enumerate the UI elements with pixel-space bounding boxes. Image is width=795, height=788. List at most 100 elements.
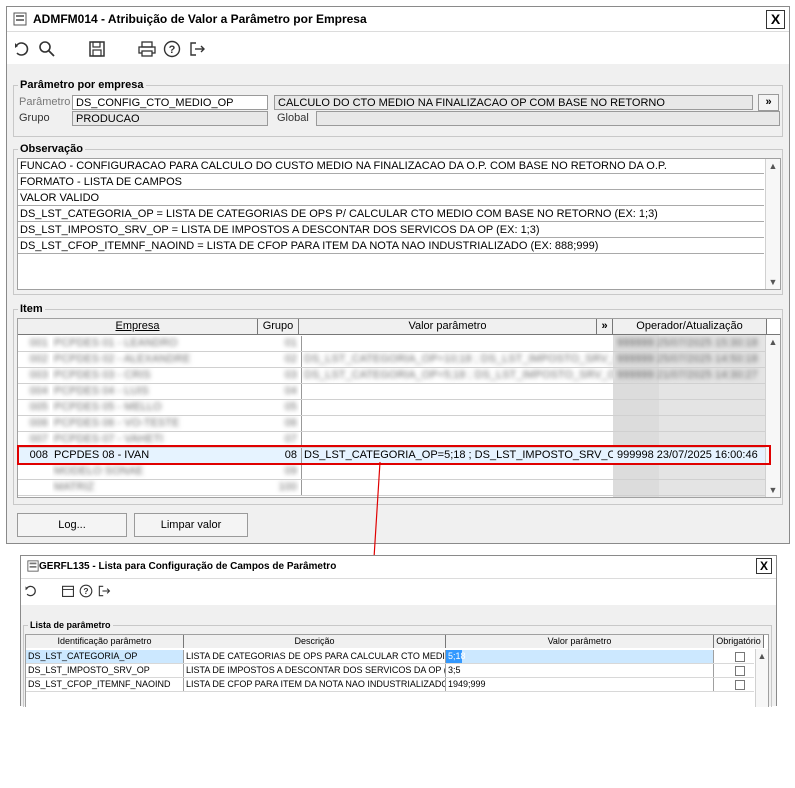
empresa-name-cell[interactable]: PCPDES 01 - LEANDRO: [52, 336, 256, 351]
col-header-valor[interactable]: Valor parâmetro: [446, 635, 714, 648]
param-id-cell[interactable]: DS_LST_CFOP_ITEMNF_NAOIND: [26, 678, 184, 691]
search-icon[interactable]: [38, 40, 56, 58]
operador-cell[interactable]: [615, 416, 767, 431]
grupo-cell[interactable]: 03: [258, 368, 299, 383]
empresa-name-cell[interactable]: PCPDES 05 - MELLO: [52, 400, 256, 415]
valor-cell[interactable]: [301, 416, 613, 431]
item-row[interactable]: 002 PCPDES 02 - ALEXANDRE 02 DS_LST_CATEGOR…: [18, 352, 766, 367]
item-grid[interactable]: Empresa Grupo Valor parâmetro » Operador…: [17, 318, 781, 498]
empresa-code-cell[interactable]: [20, 480, 50, 495]
close-button[interactable]: X: [756, 558, 772, 574]
observation-scrollbar[interactable]: ▲ ▼: [765, 159, 780, 289]
grupo-cell[interactable]: 09: [258, 464, 299, 479]
operador-cell[interactable]: [615, 480, 767, 495]
param-description-field: CALCULO DO CTO MEDIO NA FINALIZACAO OP C…: [274, 95, 753, 110]
col-header-obrigatorio[interactable]: Obrigatório: [714, 635, 764, 648]
col-header-grupo[interactable]: Grupo: [258, 319, 299, 334]
item-row[interactable]: MODELO SONAE 09: [18, 464, 766, 479]
grupo-cell[interactable]: 05: [258, 400, 299, 415]
undo-icon[interactable]: [24, 584, 38, 598]
param-id-cell[interactable]: DS_LST_CATEGORIA_OP: [26, 650, 184, 663]
print-icon[interactable]: [138, 40, 156, 58]
col-header-desc[interactable]: Descrição: [184, 635, 446, 648]
empresa-code-cell[interactable]: [20, 464, 50, 479]
empresa-code-cell[interactable]: 004: [20, 384, 50, 399]
scroll-up-icon[interactable]: ▲: [766, 335, 780, 349]
grupo-cell[interactable]: 04: [258, 384, 299, 399]
item-scrollbar[interactable]: ▲ ▼: [765, 335, 780, 497]
param-list-grid[interactable]: Identificação parâmetro Descrição Valor …: [25, 634, 769, 707]
grupo-cell[interactable]: 06: [258, 416, 299, 431]
col-header-id[interactable]: Identificação parâmetro: [26, 635, 184, 648]
exit-icon[interactable]: [188, 40, 206, 58]
valor-cell[interactable]: DS_LST_CATEGORIA_OP=10;18 ; DS_LST_IMPOS…: [301, 352, 613, 367]
param-desc-cell[interactable]: LISTA DE CFOP PARA ITEM DA NOTA NAO INDU…: [184, 678, 446, 691]
param-code-field[interactable]: DS_CONFIG_CTO_MEDIO_OP: [72, 95, 268, 110]
empresa-name-cell[interactable]: PCPDES 06 - VO-TESTE: [52, 416, 256, 431]
empresa-name-cell[interactable]: MATRIZ: [52, 480, 256, 495]
obrigatorio-checkbox[interactable]: [735, 680, 745, 690]
operador-cell[interactable]: [615, 400, 767, 415]
scroll-up-icon[interactable]: ▲: [766, 159, 780, 173]
valor-cell[interactable]: [301, 400, 613, 415]
item-row[interactable]: 006 PCPDES 06 - VO-TESTE 06: [18, 416, 766, 431]
param-more-button[interactable]: »: [758, 94, 779, 111]
undo-icon[interactable]: [13, 40, 31, 58]
log-button[interactable]: Log...: [17, 513, 127, 537]
valor-cell[interactable]: [301, 384, 613, 399]
obrigatorio-checkbox[interactable]: [735, 666, 745, 676]
param-id-cell[interactable]: DS_LST_IMPOSTO_SRV_OP: [26, 664, 184, 677]
grupo-cell[interactable]: 02: [258, 352, 299, 367]
empresa-code-cell[interactable]: 001: [20, 336, 50, 351]
empresa-code-cell[interactable]: 006: [20, 416, 50, 431]
param-desc-cell[interactable]: LISTA DE CATEGORIAS DE OPS PARA CALCULAR…: [184, 650, 446, 663]
operador-cell[interactable]: 999999 25/07/2025 14:50:18: [615, 352, 767, 367]
param-value-cell[interactable]: 1949;999: [446, 678, 714, 691]
param-value-cell[interactable]: 3;5: [446, 664, 714, 677]
col-header-more-button[interactable]: »: [597, 319, 613, 334]
exit-icon[interactable]: [97, 584, 111, 598]
empresa-code-cell[interactable]: 003: [20, 368, 50, 383]
valor-cell[interactable]: [301, 336, 613, 351]
param-list-scrollbar[interactable]: ▲: [755, 649, 768, 707]
valor-cell[interactable]: [301, 480, 613, 495]
operador-cell[interactable]: [615, 464, 767, 479]
empresa-name-cell[interactable]: PCPDES 03 - CRIS: [52, 368, 256, 383]
scroll-down-icon[interactable]: ▼: [766, 275, 780, 289]
item-row[interactable]: 001 PCPDES 01 - LEANDRO 01 999999 25/07/202…: [18, 336, 766, 351]
close-button[interactable]: X: [766, 10, 785, 29]
empresa-name-cell[interactable]: MODELO SONAE: [52, 464, 256, 479]
param-row[interactable]: DS_LST_CATEGORIA_OP LISTA DE CATEGORIAS D…: [26, 650, 754, 664]
item-row[interactable]: MATRIZ 100: [18, 480, 766, 495]
valor-cell[interactable]: DS_LST_CATEGORIA_OP=5;18 ; DS_LST_IMPOST…: [301, 368, 613, 383]
item-row[interactable]: 003 PCPDES 03 - CRIS 03 DS_LST_CATEGORIA_OP…: [18, 368, 766, 383]
operador-cell[interactable]: 999999 25/07/2025 15:30:18: [615, 336, 767, 351]
scroll-up-icon[interactable]: ▲: [756, 649, 768, 663]
param-row[interactable]: DS_LST_CFOP_ITEMNF_NAOIND LISTA DE CFOP P…: [26, 678, 754, 692]
item-row[interactable]: 005 PCPDES 05 - MELLO 05: [18, 400, 766, 415]
help-icon[interactable]: ?: [79, 584, 93, 598]
param-row[interactable]: DS_LST_IMPOSTO_SRV_OP LISTA DE IMPOSTOS A…: [26, 664, 754, 678]
col-header-empresa[interactable]: Empresa: [18, 319, 258, 334]
observation-textarea[interactable]: FUNCAO - CONFIGURACAO PARA CALCULO DO CU…: [17, 158, 781, 290]
grupo-cell[interactable]: 01: [258, 336, 299, 351]
calendar-icon[interactable]: [61, 584, 75, 598]
help-icon[interactable]: ?: [163, 40, 181, 58]
operador-cell[interactable]: 999999 21/07/2025 14:30:27: [615, 368, 767, 383]
empresa-name-cell[interactable]: PCPDES 02 - ALEXANDRE: [52, 352, 256, 367]
scroll-down-icon[interactable]: ▼: [766, 483, 780, 497]
empresa-name-cell[interactable]: PCPDES 04 - LUIS: [52, 384, 256, 399]
col-header-valor[interactable]: Valor parâmetro: [299, 319, 597, 334]
grupo-cell[interactable]: 100: [258, 480, 299, 495]
col-header-operador[interactable]: Operador/Atualização: [613, 319, 767, 334]
item-row[interactable]: 004 PCPDES 04 - LUIS 04: [18, 384, 766, 399]
param-value-cell[interactable]: 5;18: [446, 650, 714, 663]
empresa-code-cell[interactable]: 005: [20, 400, 50, 415]
operador-cell[interactable]: [615, 384, 767, 399]
obrigatorio-checkbox[interactable]: [735, 652, 745, 662]
valor-cell[interactable]: [301, 464, 613, 479]
empresa-code-cell[interactable]: 002: [20, 352, 50, 367]
save-icon[interactable]: [88, 40, 106, 58]
clear-value-button[interactable]: Limpar valor: [134, 513, 248, 537]
param-desc-cell[interactable]: LISTA DE IMPOSTOS A DESCONTAR DOS SERVIC…: [184, 664, 446, 677]
